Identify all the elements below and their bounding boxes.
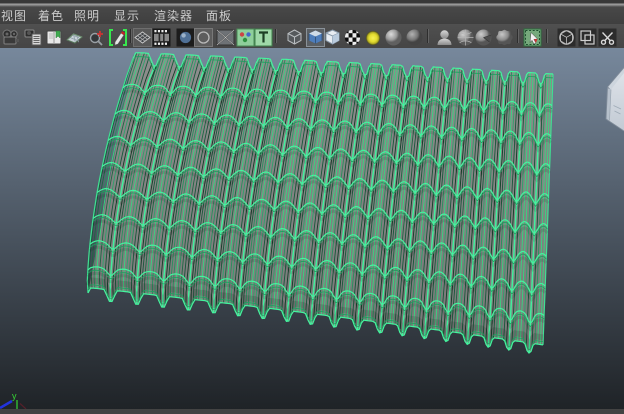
svg-text:y: y [12,391,17,401]
